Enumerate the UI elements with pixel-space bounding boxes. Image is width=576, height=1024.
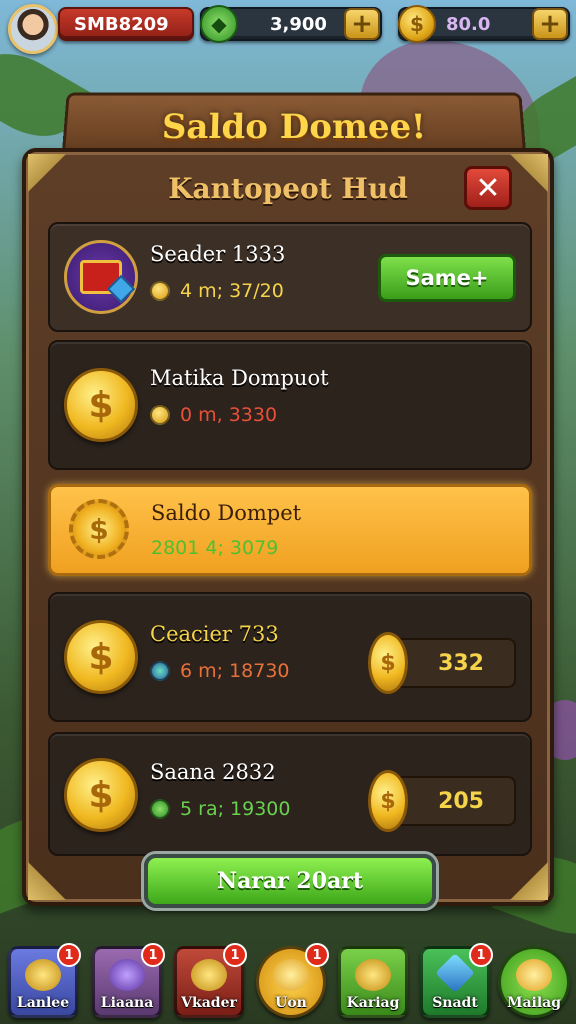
coin-pile-icon: [191, 959, 227, 991]
nav-label: Kariag: [347, 995, 400, 1011]
coins-value: 80.0: [446, 14, 490, 35]
coin-icon: [150, 405, 170, 425]
wallet-row[interactable]: $ Saana 2832 5 ra; 19300 $ 205: [48, 732, 532, 856]
gem-icon: ◆: [200, 5, 238, 43]
wallet-row[interactable]: $ Matika Dompuot 0 m, 3330: [48, 340, 532, 470]
nav-label: Uon: [275, 995, 307, 1011]
bottom-nav: Lanlee 1 Liaana 1 Vkader 1 Uon 1 Kariag …: [0, 940, 576, 1024]
row-subtitle-text: 5 ra; 19300: [180, 798, 290, 820]
nav-item-kariag[interactable]: Kariag: [338, 946, 408, 1018]
top-bar: SMB8209 ◆ 3,900 + $ 80.0 +: [0, 0, 576, 50]
banner-title: Saldo Domee!: [161, 107, 427, 147]
wallet-row[interactable]: Seader 1333 4 m; 37/20 Same+: [48, 222, 532, 332]
wallet-panel: Kantopeot Hud ✕ Seader 1333 4 m; 37/20 S…: [22, 148, 554, 906]
wallet-row[interactable]: $ Ceacier 733 6 m; 18730 $ 332: [48, 592, 532, 722]
row-title: Saldo Dompet: [151, 501, 301, 525]
treasure-icon: [355, 959, 391, 991]
notification-badge: 1: [223, 943, 247, 967]
main-action-button[interactable]: Narar 20art: [144, 854, 436, 908]
coins-counter: $ 80.0 +: [398, 7, 570, 41]
player-name: SMB8209: [74, 14, 169, 35]
coin-icon: $: [368, 632, 408, 694]
nav-item-vkader[interactable]: Vkader 1: [174, 946, 244, 1018]
coin-icon: [150, 281, 170, 301]
amount-value: 205: [438, 789, 484, 814]
coins-stack-icon: [25, 959, 61, 991]
row-title: Ceacier 733: [150, 622, 279, 646]
row-title: Matika Dompuot: [150, 366, 329, 390]
row-subtitle-text: 0 m, 3330: [180, 404, 277, 426]
nav-label: Lanlee: [17, 995, 69, 1011]
row-subtitle: 6 m; 18730: [150, 660, 290, 682]
panel-corner: [28, 862, 66, 900]
nav-item-uon[interactable]: Uon 1: [256, 946, 326, 1018]
row-subtitle: 4 m; 37/20: [150, 280, 284, 302]
notification-badge: 1: [141, 943, 165, 967]
barrel-icon: [273, 959, 309, 991]
row-title: Saana 2832: [150, 760, 276, 784]
player-name-plate: SMB8209: [58, 7, 194, 41]
close-button[interactable]: ✕: [464, 166, 512, 210]
coin-icon: $: [398, 5, 436, 43]
nav-item-lanlee[interactable]: Lanlee 1: [8, 946, 78, 1018]
row-subtitle-text: 2801 4; 3079: [151, 537, 278, 559]
gems-counter: ◆ 3,900 +: [200, 7, 382, 41]
wallet-row-selected[interactable]: $ Saldo Dompet 2801 4; 3079: [48, 484, 532, 576]
nav-label: Liaana: [101, 995, 154, 1011]
gem-icon: [150, 799, 170, 819]
nav-label: Snadt: [432, 995, 478, 1011]
row-subtitle-text: 6 m; 18730: [180, 660, 290, 682]
amount-pill: $ 332: [388, 638, 516, 688]
row-subtitle: 2801 4; 3079: [151, 537, 278, 559]
coin-icon: $: [64, 368, 138, 442]
same-button[interactable]: Same+: [378, 254, 516, 302]
nav-label: Mailag: [507, 995, 561, 1011]
add-coins-button[interactable]: +: [532, 8, 568, 40]
gems-value: 3,900: [270, 14, 327, 35]
nav-item-snadt[interactable]: Snadt 1: [420, 946, 490, 1018]
row-subtitle: 5 ra; 19300: [150, 798, 290, 820]
orb-icon: [109, 959, 145, 991]
coin-icon: $: [64, 758, 138, 832]
amount-value: 332: [438, 651, 484, 676]
arrow-icon: [516, 959, 552, 991]
nav-item-liaana[interactable]: Liaana 1: [92, 946, 162, 1018]
chest-icon: [64, 240, 138, 314]
gear-coin-icon: $: [69, 499, 129, 559]
nav-item-mailag[interactable]: Mailag: [498, 946, 570, 1018]
coin-icon: $: [64, 620, 138, 694]
add-gems-button[interactable]: +: [344, 8, 380, 40]
player-avatar[interactable]: [8, 4, 58, 54]
row-subtitle-text: 4 m; 37/20: [180, 280, 284, 302]
amount-pill: $ 205: [388, 776, 516, 826]
notification-badge: 1: [57, 943, 81, 967]
row-title: Seader 1333: [150, 242, 285, 266]
notification-badge: 1: [305, 943, 329, 967]
row-subtitle: 0 m, 3330: [150, 404, 277, 426]
nav-label: Vkader: [181, 995, 237, 1011]
panel-corner: [510, 862, 548, 900]
notification-badge: 1: [469, 943, 493, 967]
coin-icon: $: [368, 770, 408, 832]
gem-icon: [150, 661, 170, 681]
